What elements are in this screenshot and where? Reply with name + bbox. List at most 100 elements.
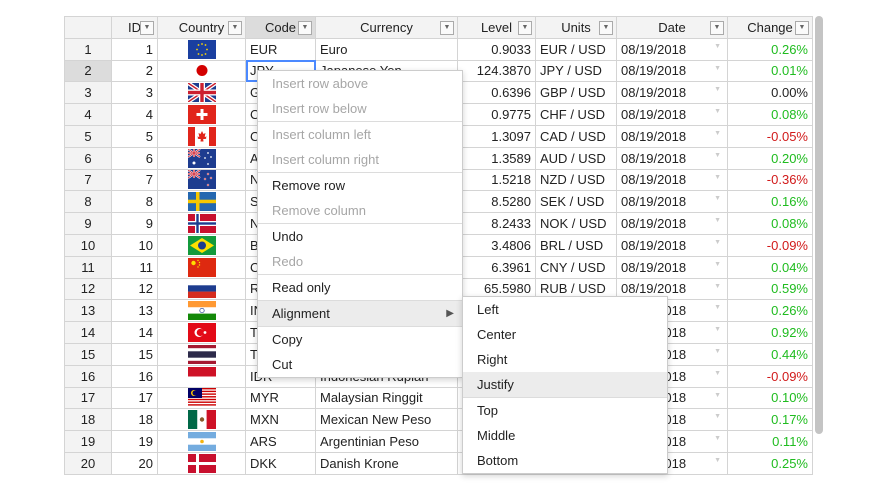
- date-dropdown-icon[interactable]: ▼: [714, 195, 721, 202]
- cell-change[interactable]: 0.20%: [727, 146, 813, 170]
- cell-change[interactable]: -0.05%: [727, 124, 813, 148]
- cell-id[interactable]: 12: [111, 277, 158, 301]
- row-header[interactable]: 14: [64, 321, 112, 344]
- cell-id[interactable]: 1: [111, 37, 158, 61]
- cell-country[interactable]: [157, 233, 246, 257]
- cell-units[interactable]: BRL / USD: [535, 233, 617, 257]
- cell-change[interactable]: 0.08%: [727, 212, 813, 235]
- row-header[interactable]: 9: [64, 212, 112, 235]
- filter-dropdown-icon[interactable]: ▼: [228, 21, 242, 35]
- col-header-id[interactable]: ID ▼: [111, 16, 158, 39]
- date-dropdown-icon[interactable]: ▼: [714, 304, 721, 311]
- cell-date[interactable]: 08/19/2018▼: [616, 124, 728, 148]
- cell-change[interactable]: 0.00%: [727, 81, 813, 105]
- cell-change[interactable]: -0.09%: [727, 233, 813, 257]
- row-header[interactable]: 13: [64, 299, 112, 323]
- date-dropdown-icon[interactable]: ▼: [714, 326, 721, 333]
- cell-change[interactable]: 0.25%: [727, 451, 813, 475]
- cell-id[interactable]: 11: [111, 255, 158, 279]
- menu-item-cut[interactable]: Cut: [258, 352, 462, 377]
- cell-change[interactable]: 0.17%: [727, 408, 813, 432]
- date-dropdown-icon[interactable]: ▼: [714, 239, 721, 246]
- cell-date[interactable]: 08/19/2018▼: [616, 59, 728, 83]
- align-item-top[interactable]: Top: [463, 397, 667, 423]
- cell-change[interactable]: 0.11%: [727, 430, 813, 453]
- cell-id[interactable]: 4: [111, 103, 158, 126]
- cell-change[interactable]: 0.44%: [727, 342, 813, 366]
- cell-country[interactable]: [157, 146, 246, 170]
- cell-change[interactable]: 0.08%: [727, 103, 813, 126]
- filter-dropdown-icon[interactable]: ▼: [795, 21, 809, 35]
- col-header-code[interactable]: Code ▼: [245, 16, 316, 39]
- cell-change[interactable]: 0.26%: [727, 299, 813, 323]
- row-header[interactable]: 8: [64, 190, 112, 214]
- row-header[interactable]: 5: [64, 124, 112, 148]
- row-header[interactable]: 18: [64, 408, 112, 432]
- date-dropdown-icon[interactable]: ▼: [714, 457, 721, 464]
- cell-code[interactable]: DKK: [245, 451, 316, 475]
- cell-units[interactable]: EUR / USD: [535, 37, 617, 61]
- cell-id[interactable]: 5: [111, 124, 158, 148]
- cell-code[interactable]: MYR: [245, 386, 316, 410]
- cell-country[interactable]: [157, 59, 246, 83]
- cell-units[interactable]: CNY / USD: [535, 255, 617, 279]
- cell-level[interactable]: 1.3097: [457, 124, 536, 148]
- filter-dropdown-icon[interactable]: ▼: [298, 21, 312, 35]
- cell-date[interactable]: 08/19/2018▼: [616, 212, 728, 235]
- date-dropdown-icon[interactable]: ▼: [714, 86, 721, 93]
- cell-level[interactable]: 0.9775: [457, 103, 536, 126]
- cell-change[interactable]: -0.36%: [727, 168, 813, 192]
- row-header[interactable]: 12: [64, 277, 112, 301]
- row-header[interactable]: 1: [64, 37, 112, 61]
- col-header-level[interactable]: Level ▼: [457, 16, 536, 39]
- cell-level[interactable]: 3.4806: [457, 233, 536, 257]
- align-item-justify[interactable]: Justify: [463, 372, 667, 397]
- date-dropdown-icon[interactable]: ▼: [714, 43, 721, 50]
- row-header[interactable]: 20: [64, 451, 112, 475]
- cell-units[interactable]: JPY / USD: [535, 59, 617, 83]
- vertical-scrollbar[interactable]: [815, 16, 823, 434]
- cell-country[interactable]: [157, 81, 246, 105]
- cell-change[interactable]: 0.04%: [727, 255, 813, 279]
- cell-country[interactable]: [157, 430, 246, 453]
- cell-currency[interactable]: Euro: [315, 37, 458, 61]
- cell-id[interactable]: 20: [111, 451, 158, 475]
- cell-date[interactable]: 08/19/2018▼: [616, 233, 728, 257]
- cell-date[interactable]: 08/19/2018▼: [616, 81, 728, 105]
- cell-id[interactable]: 7: [111, 168, 158, 192]
- row-header[interactable]: 3: [64, 81, 112, 105]
- align-item-left[interactable]: Left: [463, 297, 667, 322]
- menu-item-undo[interactable]: Undo: [258, 223, 462, 249]
- col-header-date[interactable]: Date ▼: [616, 16, 728, 39]
- cell-change[interactable]: 0.01%: [727, 59, 813, 83]
- filter-dropdown-icon[interactable]: ▼: [710, 21, 724, 35]
- date-dropdown-icon[interactable]: ▼: [714, 348, 721, 355]
- row-header[interactable]: 11: [64, 255, 112, 279]
- cell-country[interactable]: [157, 124, 246, 148]
- filter-dropdown-icon[interactable]: ▼: [518, 21, 532, 35]
- cell-code[interactable]: EUR: [245, 37, 316, 61]
- cell-units[interactable]: GBP / USD: [535, 81, 617, 105]
- date-dropdown-icon[interactable]: ▼: [714, 413, 721, 420]
- table-row[interactable]: 1818MXNMexican New Peso08/19/2018▼0.17%: [64, 408, 813, 432]
- menu-item-remove-row[interactable]: Remove row: [258, 172, 462, 198]
- cell-code[interactable]: ARS: [245, 430, 316, 453]
- row-header[interactable]: 10: [64, 233, 112, 257]
- table-row[interactable]: 2020DKKDanish Krone08/19/2018▼0.25%: [64, 451, 813, 475]
- cell-date[interactable]: 08/19/2018▼: [616, 255, 728, 279]
- row-header[interactable]: 15: [64, 342, 112, 366]
- cell-country[interactable]: [157, 190, 246, 214]
- cell-id[interactable]: 6: [111, 146, 158, 170]
- cell-id[interactable]: 16: [111, 364, 158, 388]
- filter-dropdown-icon[interactable]: ▼: [140, 21, 154, 35]
- align-item-bottom[interactable]: Bottom: [463, 448, 667, 473]
- cell-units[interactable]: AUD / USD: [535, 146, 617, 170]
- col-header-country[interactable]: Country ▼: [157, 16, 246, 39]
- cell-level[interactable]: 0.9033: [457, 37, 536, 61]
- cell-country[interactable]: [157, 103, 246, 126]
- cell-date[interactable]: 08/19/2018▼: [616, 168, 728, 192]
- col-header-currency[interactable]: Currency ▼: [315, 16, 458, 39]
- cell-date[interactable]: 08/19/2018▼: [616, 146, 728, 170]
- date-dropdown-icon[interactable]: ▼: [714, 261, 721, 268]
- cell-change[interactable]: 0.59%: [727, 277, 813, 301]
